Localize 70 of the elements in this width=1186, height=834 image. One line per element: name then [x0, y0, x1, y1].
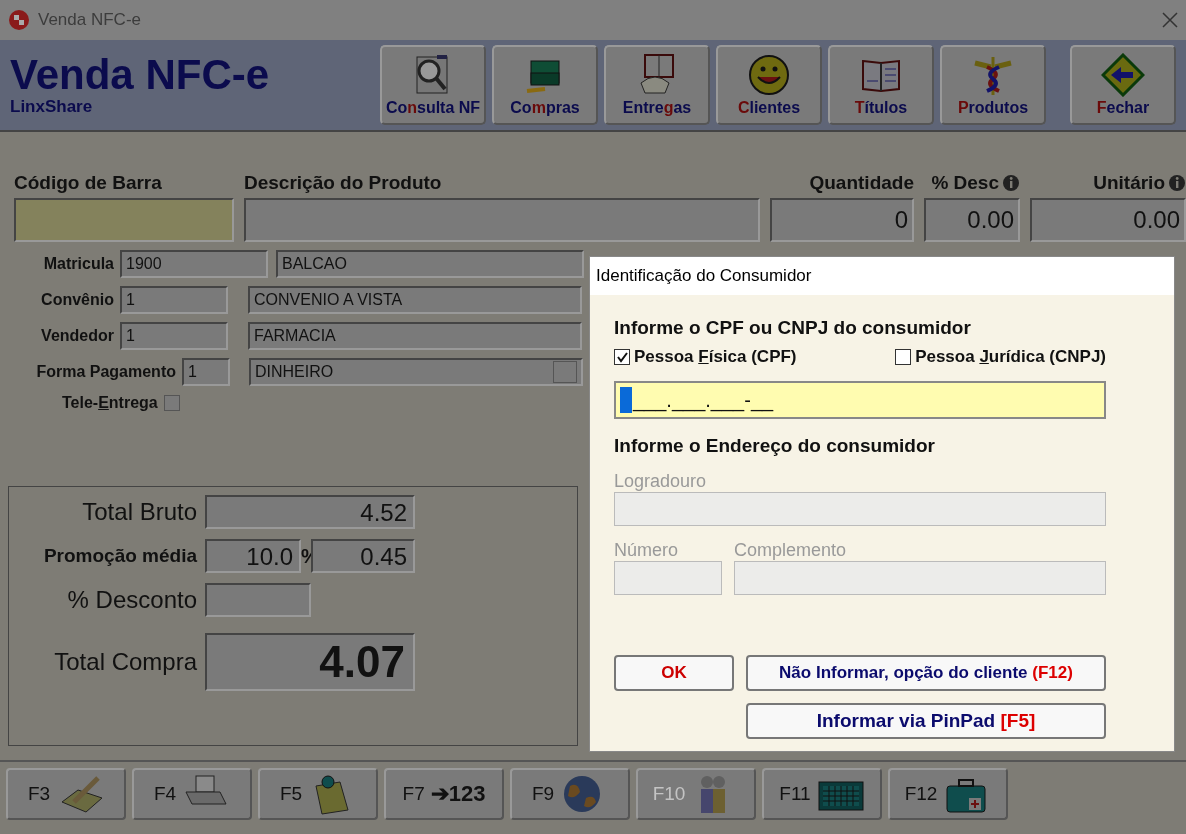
- field-label: Vendedor: [40, 327, 114, 345]
- field-label: Número: [614, 540, 680, 561]
- ok-button[interactable]: OK: [614, 655, 734, 691]
- field-label: Convênio: [40, 291, 114, 309]
- field-label: Unitário: [1093, 172, 1165, 194]
- function-key-button[interactable]: F11: [762, 768, 882, 820]
- function-key-button[interactable]: F7 ➔123: [384, 768, 504, 820]
- toolbar-button[interactable]: Entregas: [604, 45, 710, 125]
- total-label: Promoção média: [42, 545, 198, 567]
- discount-field[interactable]: [205, 583, 311, 617]
- section-heading: Informe o Endereço do consumidor: [614, 435, 936, 457]
- function-key-button[interactable]: F9: [510, 768, 630, 820]
- app-logo-icon: [8, 9, 30, 31]
- input-field[interactable]: 0.00: [1030, 198, 1186, 242]
- window-title: Venda NFC-e: [38, 10, 142, 30]
- app-title: Venda NFC-e: [10, 53, 271, 97]
- field-label: Complemento: [734, 540, 848, 561]
- name-field[interactable]: CONVENIO A VISTA: [248, 286, 582, 314]
- app-subtitle: LinxShare: [10, 97, 94, 117]
- toolbar-button[interactable]: Produtos: [940, 45, 1046, 125]
- left-arrow-sign-icon: [1101, 53, 1145, 97]
- code-field[interactable]: 1900: [120, 250, 268, 278]
- field-label: Quantidade: [809, 172, 914, 194]
- toolbar-button[interactable]: Clientes: [716, 45, 822, 125]
- function-key-button[interactable]: F12: [888, 768, 1008, 820]
- input-field[interactable]: 0: [770, 198, 914, 242]
- cpf-field[interactable]: ___.___.___-__: [614, 381, 1106, 419]
- info-icon[interactable]: [1168, 174, 1186, 192]
- checkbox-label: Tele-Entrega: [62, 394, 158, 412]
- field-label: Logradouro: [614, 471, 708, 492]
- function-key-button[interactable]: F4: [132, 768, 252, 820]
- field-label: Código de Barra: [14, 172, 162, 194]
- code-field[interactable]: 1: [182, 358, 230, 386]
- dialog-button[interactable]: Não Informar, opção do cliente (F12): [746, 655, 1106, 691]
- total-label: % Desconto: [66, 586, 198, 614]
- field-label: % Desc: [931, 172, 999, 194]
- info-icon[interactable]: [1002, 174, 1020, 192]
- total-value: 4.07: [205, 633, 415, 691]
- smiley-icon: [747, 53, 791, 97]
- barcode-field[interactable]: [14, 198, 234, 242]
- close-icon[interactable]: [1162, 12, 1178, 28]
- field-label: Descrição do Produto: [244, 172, 442, 194]
- dialog-button[interactable]: Informar via PinPad [F5]: [746, 703, 1106, 739]
- code-field[interactable]: 1: [120, 322, 228, 350]
- toolbar-button[interactable]: Consulta NF: [380, 45, 486, 125]
- checkbox[interactable]: [614, 349, 630, 365]
- discount-value: 0.45: [311, 539, 415, 573]
- toolbar-button[interactable]: Compras: [492, 45, 598, 125]
- dialog-title: Identificação do Consumidor: [590, 257, 1174, 295]
- field-label: Forma Pagamento: [35, 363, 176, 381]
- section-heading: Informe o CPF ou CNPJ do consumidor: [614, 317, 972, 339]
- tele-entrega-checkbox[interactable]: [163, 395, 180, 411]
- code-field[interactable]: 1: [120, 286, 228, 314]
- name-field[interactable]: DINHEIRO: [249, 358, 583, 386]
- total-label: Total Compra: [53, 648, 198, 676]
- percent-value: 10.0: [205, 539, 301, 573]
- function-key-button[interactable]: F3: [6, 768, 126, 820]
- field-label: Matricula: [42, 255, 114, 273]
- name-field[interactable]: BALCAO: [276, 250, 584, 278]
- total-label: Total Bruto: [81, 498, 198, 526]
- total-value: 4.52: [205, 495, 415, 529]
- toolbar-button[interactable]: Títulos: [828, 45, 934, 125]
- function-key-button[interactable]: F5: [258, 768, 378, 820]
- checkbox-label: Pessoa Jurídica (CNPJ): [915, 347, 1106, 367]
- input-field[interactable]: 0.00: [924, 198, 1020, 242]
- checkbox[interactable]: [895, 349, 912, 365]
- name-field[interactable]: FARMACIA: [248, 322, 582, 350]
- toolbar-button[interactable]: Fechar: [1070, 45, 1176, 125]
- checkbox-label: Pessoa Física (CPF): [634, 347, 797, 367]
- input-field[interactable]: [244, 198, 760, 242]
